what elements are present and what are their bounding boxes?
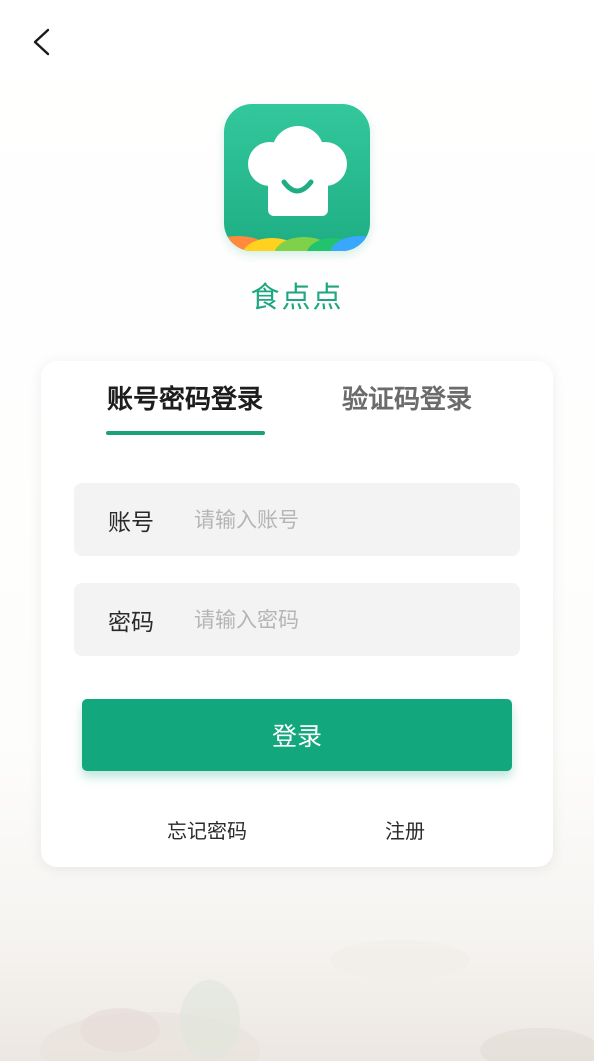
app-logo [224, 104, 370, 251]
chevron-left-icon [33, 28, 50, 56]
login-card: 账号密码登录 验证码登录 账号 密码 登录 忘记密码 注册 [41, 361, 553, 867]
app-name: 食点点 [250, 280, 344, 314]
tab-sms-code-login[interactable]: 验证码登录 [342, 379, 472, 416]
password-field: 密码 [74, 583, 520, 656]
account-field: 账号 [74, 483, 520, 556]
password-label: 密码 [108, 609, 154, 636]
account-label: 账号 [108, 509, 154, 536]
active-tab-indicator [106, 431, 265, 435]
back-button[interactable] [22, 22, 62, 62]
password-input[interactable] [194, 589, 520, 650]
background-food-image [0, 900, 594, 1061]
chef-hat-icon [224, 126, 370, 251]
login-button[interactable]: 登录 [82, 699, 512, 771]
account-input[interactable] [194, 489, 520, 550]
tab-password-login[interactable]: 账号密码登录 [107, 379, 263, 416]
forgot-password-link[interactable]: 忘记密码 [167, 815, 247, 844]
register-link[interactable]: 注册 [385, 815, 425, 844]
